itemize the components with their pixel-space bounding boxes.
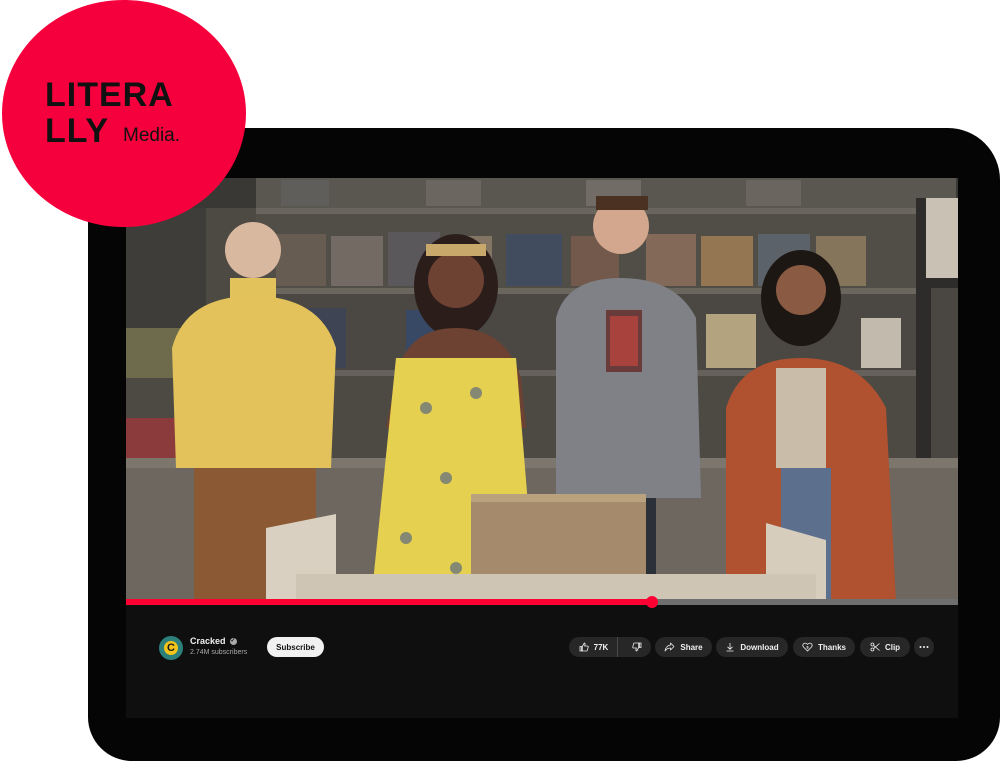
- logo-text-line1: LITERA: [45, 76, 174, 114]
- download-button[interactable]: Download: [716, 637, 788, 657]
- thanks-heart-icon: $: [802, 642, 813, 652]
- more-actions-button[interactable]: [914, 637, 934, 657]
- verified-check-icon: ✓: [229, 637, 237, 645]
- download-label: Download: [740, 642, 779, 652]
- thumbs-down-icon: [632, 642, 642, 652]
- like-dislike-group: 77K: [569, 637, 651, 657]
- clip-button[interactable]: Clip: [860, 637, 910, 657]
- scissors-icon: [870, 642, 880, 652]
- progress-bar-played: [126, 599, 652, 605]
- youtube-watch-page: C Cracked ✓ 2.74M subscribers Subscribe …: [126, 178, 958, 718]
- channel-name[interactable]: Cracked: [190, 636, 226, 646]
- share-button[interactable]: Share: [655, 637, 712, 657]
- thanks-button[interactable]: $ Thanks: [793, 637, 855, 657]
- logo-text-media: Media.: [123, 125, 181, 146]
- svg-text:$: $: [806, 644, 809, 649]
- subscribe-button[interactable]: Subscribe: [267, 637, 324, 657]
- scrubber-handle[interactable]: [646, 596, 658, 608]
- progress-bar[interactable]: [126, 596, 958, 608]
- like-count: 77K: [593, 642, 609, 652]
- dislike-button[interactable]: [623, 637, 651, 657]
- download-icon: [726, 643, 734, 652]
- channel-avatar[interactable]: C: [159, 636, 183, 660]
- share-arrow-icon: [664, 642, 675, 652]
- video-player[interactable]: [126, 178, 958, 602]
- share-label: Share: [680, 642, 703, 652]
- channel-avatar-glyph: C: [164, 641, 178, 655]
- logo-text-line2: LLY: [45, 112, 110, 150]
- video-frame: [126, 178, 958, 602]
- channel-name-row[interactable]: Cracked ✓: [190, 636, 237, 646]
- literally-media-logo: LITERA LLY Media.: [2, 0, 246, 227]
- thanks-label: Thanks: [817, 642, 846, 652]
- subscriber-count: 2.74M subscribers: [190, 649, 248, 656]
- thumbs-up-icon: [579, 642, 589, 652]
- like-button[interactable]: 77K: [569, 637, 619, 657]
- clip-label: Clip: [884, 642, 901, 652]
- more-dots-icon: [919, 646, 929, 648]
